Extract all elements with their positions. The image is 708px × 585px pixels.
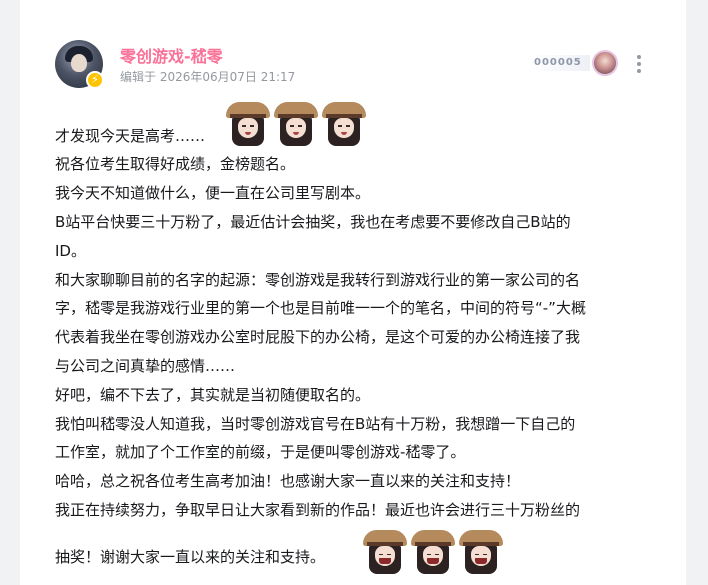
fan-badge-avatar [592, 50, 618, 76]
fan-badge[interactable]: 000005 [530, 50, 620, 76]
content-line: 与公司之间真挚的感情…… [55, 357, 236, 375]
content-line: 代表着我坐在零创游戏办公室时屁股下的办公椅，是这个可爱的办公椅连接了我 [55, 328, 581, 346]
content-line: 工作室，就加了个工作室的前缀，于是便叫零创游戏-嵇零了。 [55, 443, 466, 461]
content-line: 祝各位考生取得好成绩，金榜题名。 [55, 155, 296, 173]
publish-time: 编辑于 2026年06月07日 21:17 [120, 70, 296, 84]
lightning-icon: ⚡ [86, 71, 104, 89]
content-line: 我正在持续努力，争取早日让大家看到新的作品！最近也许会进行三十万粉丝的 [55, 501, 581, 519]
content-line: 和大家聊聊目前的名字的起源：零创游戏是我转行到游戏行业的第一家公司的名 [55, 271, 581, 289]
author-name[interactable]: 零创游戏-嵇零 [120, 43, 223, 67]
content-line: 哈哈，总之祝各位考生高考加油！也感谢大家一直以来的关注和支持！ [55, 472, 521, 490]
laughing-sticker-emoji [411, 528, 455, 574]
content-line: 我怕叫嵇零没人知道我，当时零创游戏官号在B站有十万粉，我想蹭一下自己的 [55, 415, 576, 433]
laughing-sticker-emoji [459, 528, 503, 574]
content-line: 才发现今天是高考…… [55, 127, 206, 145]
sticker-emoji [322, 100, 366, 146]
fan-number: 000005 [530, 55, 590, 71]
content-line: 字，嵇零是我游戏行业里的第一个也是目前唯一一个的笔名，中间的符号“-”大概 [55, 299, 586, 317]
content-line: 抽奖！谢谢大家一直以来的关注和支持。 [55, 548, 326, 566]
post-card: ⚡ 零创游戏-嵇零 编辑于 2026年06月07日 21:17 000005 才… [20, 0, 686, 585]
content-line: B站平台快要三十万粉了，最近估计会抽奖，我也在考虑要不要修改自己B站的 [55, 213, 571, 231]
content-line: 我今天不知道做什么，便一直在公司里写剧本。 [55, 184, 371, 202]
content-line: ID。 [55, 242, 86, 260]
avatar-face [71, 54, 87, 72]
more-vertical-icon[interactable] [631, 52, 647, 74]
sticker-emoji [274, 100, 318, 146]
content-line: 好吧，编不下去了，其实就是当初随便取名的。 [55, 386, 371, 404]
laughing-sticker-emoji [363, 528, 407, 574]
sticker-emoji [226, 100, 270, 146]
